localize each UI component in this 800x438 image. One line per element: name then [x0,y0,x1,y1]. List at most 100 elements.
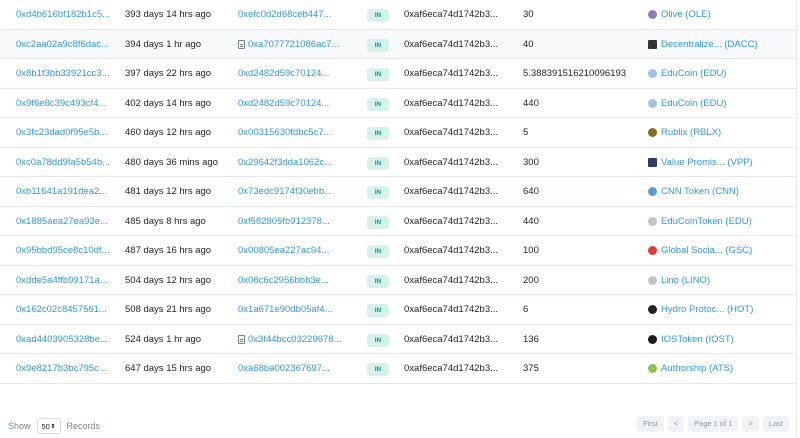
age-cell: 402 days 14 hrs ago [125,89,235,118]
txn-hash-link[interactable]: 0x9e8217b3bc795c... [16,363,107,374]
from-cell[interactable]: 0x08c6c2956bbb3e... [238,266,358,295]
page-size-control: Show 50 ⬍ Records [8,418,100,434]
first-page-button[interactable]: First [637,416,664,432]
txn-hash-link[interactable]: 0x162c02c8457561... [16,304,107,315]
table-row: 0xd4b616bf182b1c5... 393 days 14 hrs ago 0… [0,0,797,30]
txn-hash-cell[interactable]: 0xc2aa02a9c8f6dac... [16,30,126,59]
token-name-link[interactable]: Value Promis... (VPP) [661,148,753,177]
from-cell[interactable]: 0x00805ea227ac94... [238,236,358,265]
quantity-value: 440 [523,97,539,109]
page-size-select[interactable]: 50 ⬍ [36,418,61,434]
txn-hash-cell[interactable]: 0xc0a78dd9fa5b54b... [16,148,126,177]
txn-hash-link[interactable]: 0x95bbd95ce8c10df... [16,245,110,256]
txn-hash-cell[interactable]: 0x95bbd95ce8c10df... [16,236,126,265]
token-cell[interactable]: EduCoin (EDU) [648,89,798,118]
token-name-link[interactable]: EduCoinToken (EDU) [661,207,752,236]
txn-hash-link[interactable]: 0x1885aea27ea93e... [16,216,108,227]
token-cell[interactable]: Lino (LINO) [648,266,798,295]
direction-badge: IN [367,363,389,376]
next-page-button[interactable]: > [742,416,759,432]
age-text: 508 days 21 hrs ago [125,304,212,315]
from-address-link[interactable]: 0xf582805fb912378... [238,207,330,236]
txn-hash-cell[interactable]: 0xd4b616bf182b1c5... [16,0,126,29]
from-cell[interactable]: 0xefc0d2d68ceb447... [238,0,358,29]
token-cell[interactable]: EduCoin (EDU) [648,59,798,88]
token-name-link[interactable]: Hydro Protoc... (HOT) [661,295,753,324]
from-address-link[interactable]: 0x73edc9174f30ebb... [238,177,332,206]
txn-hash-cell[interactable]: 0x9f6e8c39c493cf4... [16,89,126,118]
from-address-link[interactable]: 0xd2482d59c70124... [238,89,329,118]
from-cell[interactable]: 0xa7077721086ac7... [238,30,358,59]
txn-hash-cell[interactable]: 0xdde5a4ffb99171a... [16,266,126,295]
token-cell[interactable]: Decentralize... (DACC) [648,30,798,59]
txn-hash-link[interactable]: 0x3fc23dad0f95e5b... [16,127,107,138]
prev-page-button[interactable]: < [667,416,685,432]
from-address-link[interactable]: 0xa68ba002367697... [238,354,330,383]
from-address-link[interactable]: 0x00805ea227ac94... [238,236,329,265]
quantity-value: 5.388391516210096193 [523,68,627,79]
txn-hash-cell[interactable]: 0x3fc23dad0f95e5b... [16,118,126,147]
quantity-cell: 40 [523,30,643,59]
token-cell[interactable]: Global Socia... (GSC) [648,236,798,265]
txn-hash-cell[interactable]: 0x9e8217b3bc795c... [16,354,126,383]
token-cell[interactable]: Value Promis... (VPP) [648,148,798,177]
from-cell[interactable]: 0x29642f3dda1062c... [238,148,358,177]
from-cell[interactable]: 0xd2482d59c70124... [238,89,358,118]
from-address-link[interactable]: 0x00315630fdbc5c7... [238,118,332,147]
from-address-link[interactable]: 0x08c6c2956bbb3e... [238,266,329,295]
token-name-link[interactable]: CNN Token (CNN) [661,177,739,206]
txn-hash-cell[interactable]: 0xad4403905328be... [16,325,126,354]
from-address-link[interactable]: 0xefc0d2d68ceb447... [238,0,332,29]
txn-hash-cell[interactable]: 0x162c02c8457561... [16,295,126,324]
txn-hash-cell[interactable]: 0x8b1f3bb33921cc3... [16,59,126,88]
token-name-link[interactable]: IOSToken (IOST) [661,325,734,354]
token-cell[interactable]: Olive (OLE) [648,0,798,29]
from-address-link[interactable]: 0x1a671e90db05af4... [238,295,333,324]
token-cell[interactable]: EduCoinToken (EDU) [648,207,798,236]
token-cell[interactable]: CNN Token (CNN) [648,177,798,206]
from-cell[interactable]: 0x1a671e90db05af4... [238,295,358,324]
from-address-link[interactable]: 0x29642f3dda1062c... [238,148,332,177]
from-cell[interactable]: 0x73edc9174f30ebb... [238,177,358,206]
from-cell[interactable]: 0xa68ba002367697... [238,354,358,383]
to-cell: 0xaf6eca74d1742b3... [404,325,514,354]
from-address-link[interactable]: 0x3f44bcc03229678... [248,325,342,354]
from-address-link[interactable]: 0xd2482d59c70124... [238,59,329,88]
txn-hash-link[interactable]: 0x9f6e8c39c493cf4... [16,98,106,109]
txn-hash-link[interactable]: 0xad4403905328be... [16,334,108,345]
txn-hash-link[interactable]: 0xc0a78dd9fa5b54b... [16,157,110,168]
token-name-link[interactable]: EduCoin (EDU) [661,59,726,88]
txn-hash-cell[interactable]: 0x1885aea27ea93e... [16,207,126,236]
token-name-link[interactable]: Lino (LINO) [661,266,710,295]
to-cell: 0xaf6eca74d1742b3... [404,207,514,236]
txn-hash-link[interactable]: 0x8b1f3bb33921cc3... [16,68,110,79]
token-name-link[interactable]: Olive (OLE) [661,0,711,29]
direction-cell: IN [367,295,391,324]
token-cell[interactable]: Hydro Protoc... (HOT) [648,295,798,324]
token-name-link[interactable]: EduCoin (EDU) [661,89,726,118]
txn-hash-link[interactable]: 0xc2aa02a9c8f6dac... [16,39,109,50]
token-name-link[interactable]: Rublix (RBLX) [661,118,721,147]
txn-hash-link[interactable]: 0xb11641a191dea2... [16,186,107,197]
txn-hash-cell[interactable]: 0xb11641a191dea2... [16,177,126,206]
direction-badge: IN [367,68,389,81]
txn-hash-link[interactable]: 0xd4b616bf182b1c5... [16,9,110,20]
age-cell: 508 days 21 hrs ago [125,295,235,324]
last-page-button[interactable]: Last [762,416,789,432]
txn-hash-link[interactable]: 0xdde5a4ffb99171a... [16,275,108,286]
to-address: 0xaf6eca74d1742b3... [404,274,499,286]
from-cell[interactable]: 0xf582805fb912378... [238,207,358,236]
token-name-link[interactable]: Global Socia... (GSC) [661,236,752,265]
token-name-link[interactable]: Authorship (ATS) [661,354,733,383]
age-cell: 647 days 15 hrs ago [125,354,235,383]
token-name-link[interactable]: Decentralize... (DACC) [661,30,758,59]
to-cell: 0xaf6eca74d1742b3... [404,59,514,88]
quantity-value: 200 [523,274,539,286]
token-cell[interactable]: IOSToken (IOST) [648,325,798,354]
token-cell[interactable]: Rublix (RBLX) [648,118,798,147]
token-cell[interactable]: Authorship (ATS) [648,354,798,383]
from-address-link[interactable]: 0xa7077721086ac7... [248,30,339,59]
from-cell[interactable]: 0xd2482d59c70124... [238,59,358,88]
from-cell[interactable]: 0x3f44bcc03229678... [238,325,358,354]
from-cell[interactable]: 0x00315630fdbc5c7... [238,118,358,147]
